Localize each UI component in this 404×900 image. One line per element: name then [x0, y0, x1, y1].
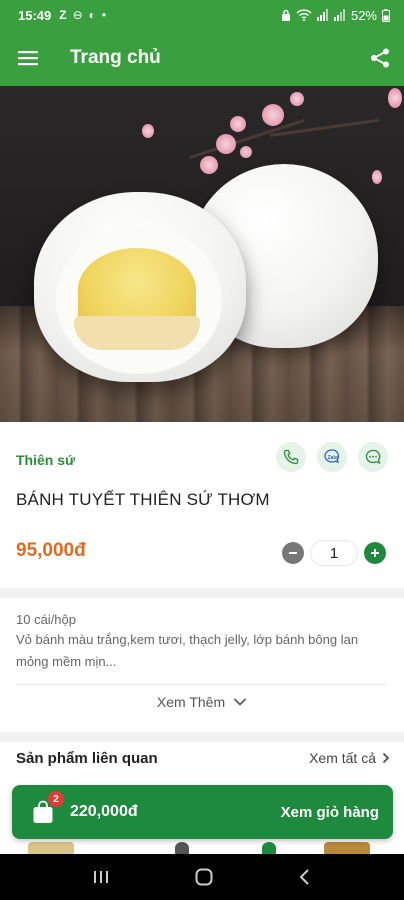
svg-text:Zalo: Zalo: [328, 455, 338, 461]
minus-circle-icon: ⊖: [72, 8, 83, 22]
zalo-button[interactable]: Zalo: [317, 442, 347, 472]
phone-icon: [283, 449, 299, 465]
status-bar: 15:49 Z ⊖ ◐ • 52%: [0, 0, 404, 30]
signal-icon: [316, 9, 328, 21]
divider: [16, 684, 388, 685]
chevron-down-icon: [234, 698, 247, 706]
cart-bar[interactable]: 2 220,000đ Xem giỏ hàng: [12, 785, 393, 839]
recent-apps-icon[interactable]: [92, 868, 110, 886]
see-more-button[interactable]: Xem Thêm: [0, 694, 404, 710]
product-image: [0, 86, 404, 422]
view-all-label: Xem tất cả: [309, 750, 376, 766]
hamburger-icon: [18, 51, 38, 66]
section-divider: [0, 732, 404, 742]
call-button[interactable]: [276, 442, 306, 472]
view-cart-button[interactable]: Xem giỏ hàng: [281, 804, 379, 821]
zalo-notification-icon: Z: [59, 8, 67, 22]
related-product-thumbnail[interactable]: [262, 842, 276, 854]
zalo-icon: Zalo: [324, 449, 340, 464]
view-all-link[interactable]: Xem tất cả: [309, 750, 390, 766]
message-button[interactable]: [358, 442, 388, 472]
system-nav-bar: [0, 854, 404, 900]
section-divider: [0, 588, 404, 598]
product-info: Thiên sứ Zalo BÁNH TUYẾT THIÊN SỨ THƠM 9…: [0, 422, 404, 588]
related-product-thumbnail[interactable]: [324, 842, 370, 854]
quantity-input[interactable]: 1: [310, 540, 358, 566]
product-description: 10 cái/hộp Vỏ bánh màu trắng,kem tươi, t…: [0, 598, 404, 732]
notification-icons: Z ⊖ ◐ •: [59, 8, 106, 22]
share-icon: [371, 48, 389, 68]
page-title: Trang chủ: [70, 47, 161, 68]
minus-icon: [289, 552, 297, 554]
cart-icon-container: 2: [30, 791, 64, 825]
back-icon[interactable]: [298, 868, 312, 886]
battery-icon: [382, 8, 390, 22]
plus-icon: [371, 549, 379, 557]
dot-icon: •: [101, 8, 107, 22]
description-line: 10 cái/hộp: [16, 612, 76, 627]
decrease-quantity-button[interactable]: [282, 542, 304, 564]
share-button[interactable]: [356, 30, 404, 86]
system-icons: 52%: [281, 8, 390, 23]
chat-icon: [365, 449, 381, 465]
related-products-title: Sản phẩm liên quan: [16, 750, 158, 767]
app-bar: Trang chủ: [0, 30, 404, 86]
chevron-right-icon: [382, 752, 390, 764]
menu-button[interactable]: [0, 30, 56, 86]
cart-total: 220,000đ: [70, 803, 138, 820]
product-price: 95,000đ: [16, 540, 86, 561]
app-notification-icon: ◐: [88, 8, 96, 22]
status-time: 15:49: [18, 7, 52, 23]
increase-quantity-button[interactable]: [364, 542, 386, 564]
signal-icon-2: [333, 9, 345, 21]
product-name: BÁNH TUYẾT THIÊN SỨ THƠM: [16, 490, 270, 509]
quantity-stepper: 1: [282, 540, 386, 566]
description-line: Vỏ bánh màu trắng,kem tươi, thạch jelly,…: [16, 632, 359, 647]
description-line: mỏng mềm mịn...: [16, 654, 117, 669]
related-product-thumbnail[interactable]: [28, 842, 74, 854]
contact-buttons: Zalo: [276, 442, 388, 472]
wifi-icon: [296, 9, 312, 21]
cart-count-badge: 2: [48, 791, 64, 807]
related-product-thumbnail[interactable]: [175, 842, 189, 854]
home-icon[interactable]: [194, 867, 214, 887]
brand-name[interactable]: Thiên sứ: [16, 452, 75, 468]
lock-icon: [281, 9, 290, 21]
battery-percent: 52%: [350, 7, 377, 23]
see-more-label: Xem Thêm: [156, 694, 226, 710]
